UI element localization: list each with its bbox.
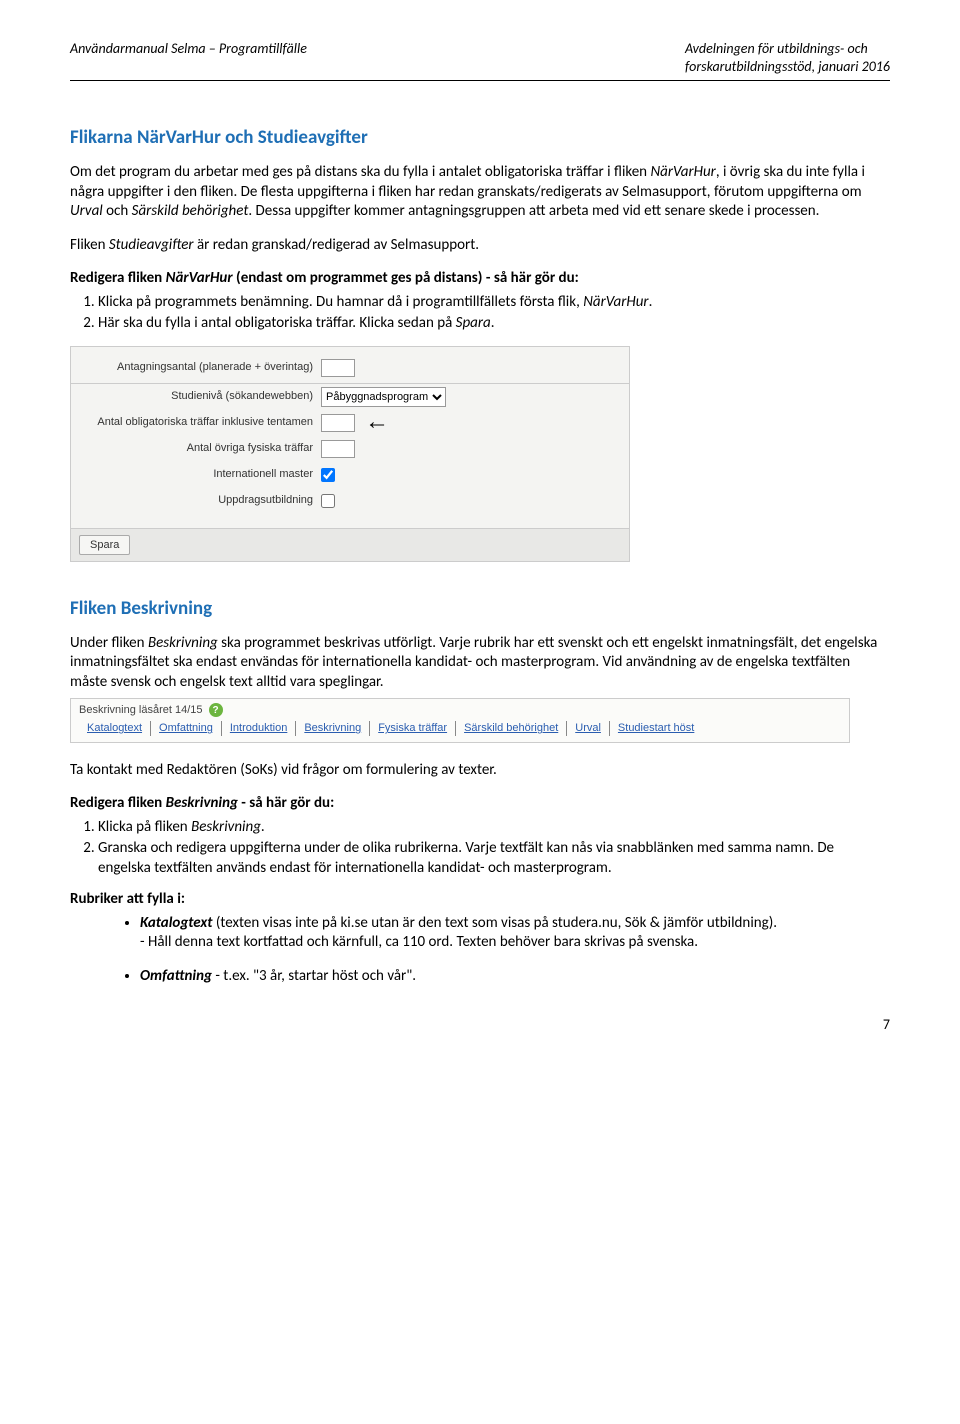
subtab-beskrivning[interactable]: Beskrivning [296, 721, 370, 735]
section1-step2: Här ska du fylla i antal obligatoriska t… [98, 314, 890, 334]
section3-step1: Klicka på fliken Beskrivning. [98, 818, 890, 838]
header-divider [70, 80, 890, 81]
tabs-title: Beskrivning läsåret 14/15 [79, 703, 203, 717]
input-ovriga-traffar[interactable] [321, 440, 355, 458]
section2-heading: Fliken Beskrivning [70, 597, 890, 622]
form-row-intl-master: Internationell master [71, 462, 629, 488]
rubrik-katalogtext: Katalogtext (texten visas inte på ki.se … [140, 914, 890, 953]
form-row-studieniva: Studienivå (sökandewebben) Påbyggnadspro… [71, 384, 629, 410]
subtab-studiestart-host[interactable]: Studiestart höst [610, 721, 702, 735]
label-uppdragsutbildning: Uppdragsutbildning [71, 493, 321, 507]
checkbox-intl-master[interactable] [321, 468, 335, 482]
spara-button[interactable]: Spara [79, 535, 130, 555]
label-studieniva: Studienivå (sökandewebben) [71, 389, 321, 403]
action-bar: Spara [71, 528, 629, 561]
rubrik-omfattning: Omfattning - t.ex. "3 år, startar höst o… [140, 967, 890, 987]
section1-p1: Om det program du arbetar med ges på dis… [70, 163, 890, 222]
help-icon[interactable]: ? [209, 703, 223, 717]
section1-steps: Klicka på programmets benämning. Du hamn… [98, 293, 890, 334]
section1-p3: Redigera fliken NärVarHur (endast om pro… [70, 269, 890, 289]
page-number: 7 [70, 1016, 890, 1034]
label-antagningsantal: Antagningsantal (planerade + överintag) [71, 360, 321, 374]
section2-p1: Under fliken Beskrivning ska programmet … [70, 634, 890, 693]
form-row-obligatoriska-traffar: Antal obligatoriska träffar inklusive te… [71, 410, 629, 436]
rubriker-list: Katalogtext (texten visas inte på ki.se … [140, 914, 890, 987]
arrow-left-icon: ← [365, 415, 389, 429]
section3-p1: Ta kontakt med Redaktören (SoKs) vid frå… [70, 761, 890, 781]
section1-p2: Fliken Studieavgifter är redan granskad/… [70, 236, 890, 256]
header-right: Avdelningen för utbildnings- och forskar… [685, 40, 890, 76]
label-obligatoriska-traffar: Antal obligatoriska träffar inklusive te… [71, 415, 321, 429]
screenshot-beskrivning-tabs: Beskrivning läsåret 14/15 ? Katalogtext … [70, 698, 850, 743]
section3-p2: Redigera fliken Beskrivning - så här gör… [70, 794, 890, 814]
form-row-antagningsantal: Antagningsantal (planerade + överintag) [71, 357, 629, 379]
subtab-fysiska-traffar[interactable]: Fysiska träffar [370, 721, 456, 735]
section3-step2: Granska och redigera uppgifterna under d… [98, 839, 890, 878]
subtab-omfattning[interactable]: Omfattning [151, 721, 222, 735]
screenshot-narvarhur-form: Antagningsantal (planerade + överintag) … [70, 346, 630, 562]
header-right-line1: Avdelningen för utbildnings- och [685, 40, 890, 58]
header-right-line2: forskarutbildningsstöd, januari 2016 [685, 58, 890, 76]
subtab-sarskild-behorighet[interactable]: Särskild behörighet [456, 721, 567, 735]
subtab-introduktion[interactable]: Introduktion [222, 721, 296, 735]
section1-heading: Flikarna NärVarHur och Studieavgifter [70, 126, 890, 151]
subtab-urval[interactable]: Urval [567, 721, 610, 735]
header-left: Användarmanual Selma – Programtillfälle [70, 40, 307, 76]
form-row-ovriga-traffar: Antal övriga fysiska träffar [71, 436, 629, 462]
checkbox-uppdragsutbildning[interactable] [321, 494, 335, 508]
select-studieniva[interactable]: Påbyggnadsprogram [321, 387, 446, 407]
input-obligatoriska-traffar[interactable] [321, 414, 355, 432]
subtabs-list: Katalogtext Omfattning Introduktion Besk… [79, 721, 841, 735]
input-antagningsantal[interactable] [321, 359, 355, 377]
page-header: Användarmanual Selma – Programtillfälle … [70, 40, 890, 76]
subtab-katalogtext[interactable]: Katalogtext [79, 721, 151, 735]
section1-step1: Klicka på programmets benämning. Du hamn… [98, 293, 890, 313]
label-intl-master: Internationell master [71, 467, 321, 481]
section3-steps: Klicka på fliken Beskrivning. Granska oc… [98, 818, 890, 879]
form-row-uppdragsutbildning: Uppdragsutbildning [71, 488, 629, 514]
rubriker-title: Rubriker att fylla i: [70, 890, 890, 910]
label-ovriga-traffar: Antal övriga fysiska träffar [71, 441, 321, 455]
